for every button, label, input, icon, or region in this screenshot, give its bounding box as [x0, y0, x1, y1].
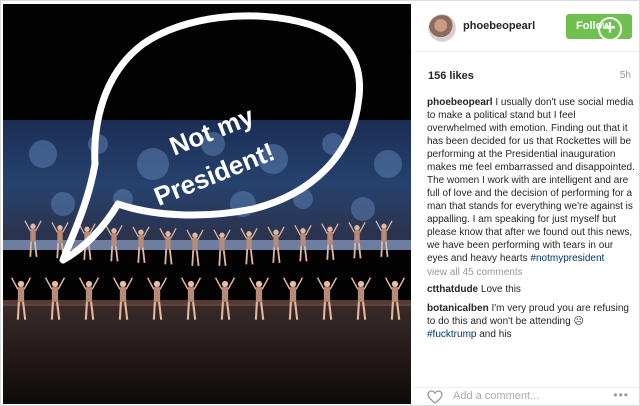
sad-emoji-icon: ☹: [573, 316, 584, 327]
comment-hashtag[interactable]: #fucktrump: [427, 329, 476, 340]
header-username[interactable]: phoebeopearl: [463, 20, 535, 32]
plus-icon[interactable]: +: [598, 17, 622, 41]
more-options-icon[interactable]: •••: [613, 388, 629, 402]
likes-count[interactable]: 156 likes: [428, 70, 474, 82]
add-comment-input[interactable]: Add a comment...: [453, 390, 539, 402]
post-time: 5h: [619, 70, 631, 81]
comment-username[interactable]: botanicalben: [427, 303, 489, 314]
avatar[interactable]: [428, 14, 456, 42]
post-footer: Add a comment... •••: [413, 387, 639, 404]
post-caption: phoebeopearl I usually don't use social …: [427, 96, 635, 265]
caption-hashtag[interactable]: #notmypresident: [530, 253, 604, 264]
caption-text: I usually don't use social media to make…: [427, 97, 635, 264]
post-image: Not my President!: [3, 4, 411, 404]
instagram-post: Not my President! phoebeopearl Follow + …: [0, 0, 640, 406]
comment-text: Love this: [480, 284, 521, 295]
comment-item: botanicalben I'm very proud you are refu…: [427, 302, 635, 341]
post-header: phoebeopearl Follow +: [413, 4, 639, 52]
comment-item: ctthatdude Love this: [427, 283, 635, 296]
post-photo[interactable]: Not my President!: [3, 4, 411, 404]
caption-username[interactable]: phoebeopearl: [427, 97, 493, 108]
post-sidebar: phoebeopearl Follow + 156 likes 5h phoeb…: [413, 4, 639, 404]
comment-username[interactable]: ctthatdude: [427, 284, 478, 295]
comments-list: phoebeopearl I usually don't use social …: [427, 96, 635, 374]
heart-icon[interactable]: [427, 390, 443, 404]
view-all-comments-link[interactable]: view all 45 comments: [427, 266, 635, 279]
comment-text-tail: and his: [479, 329, 512, 340]
